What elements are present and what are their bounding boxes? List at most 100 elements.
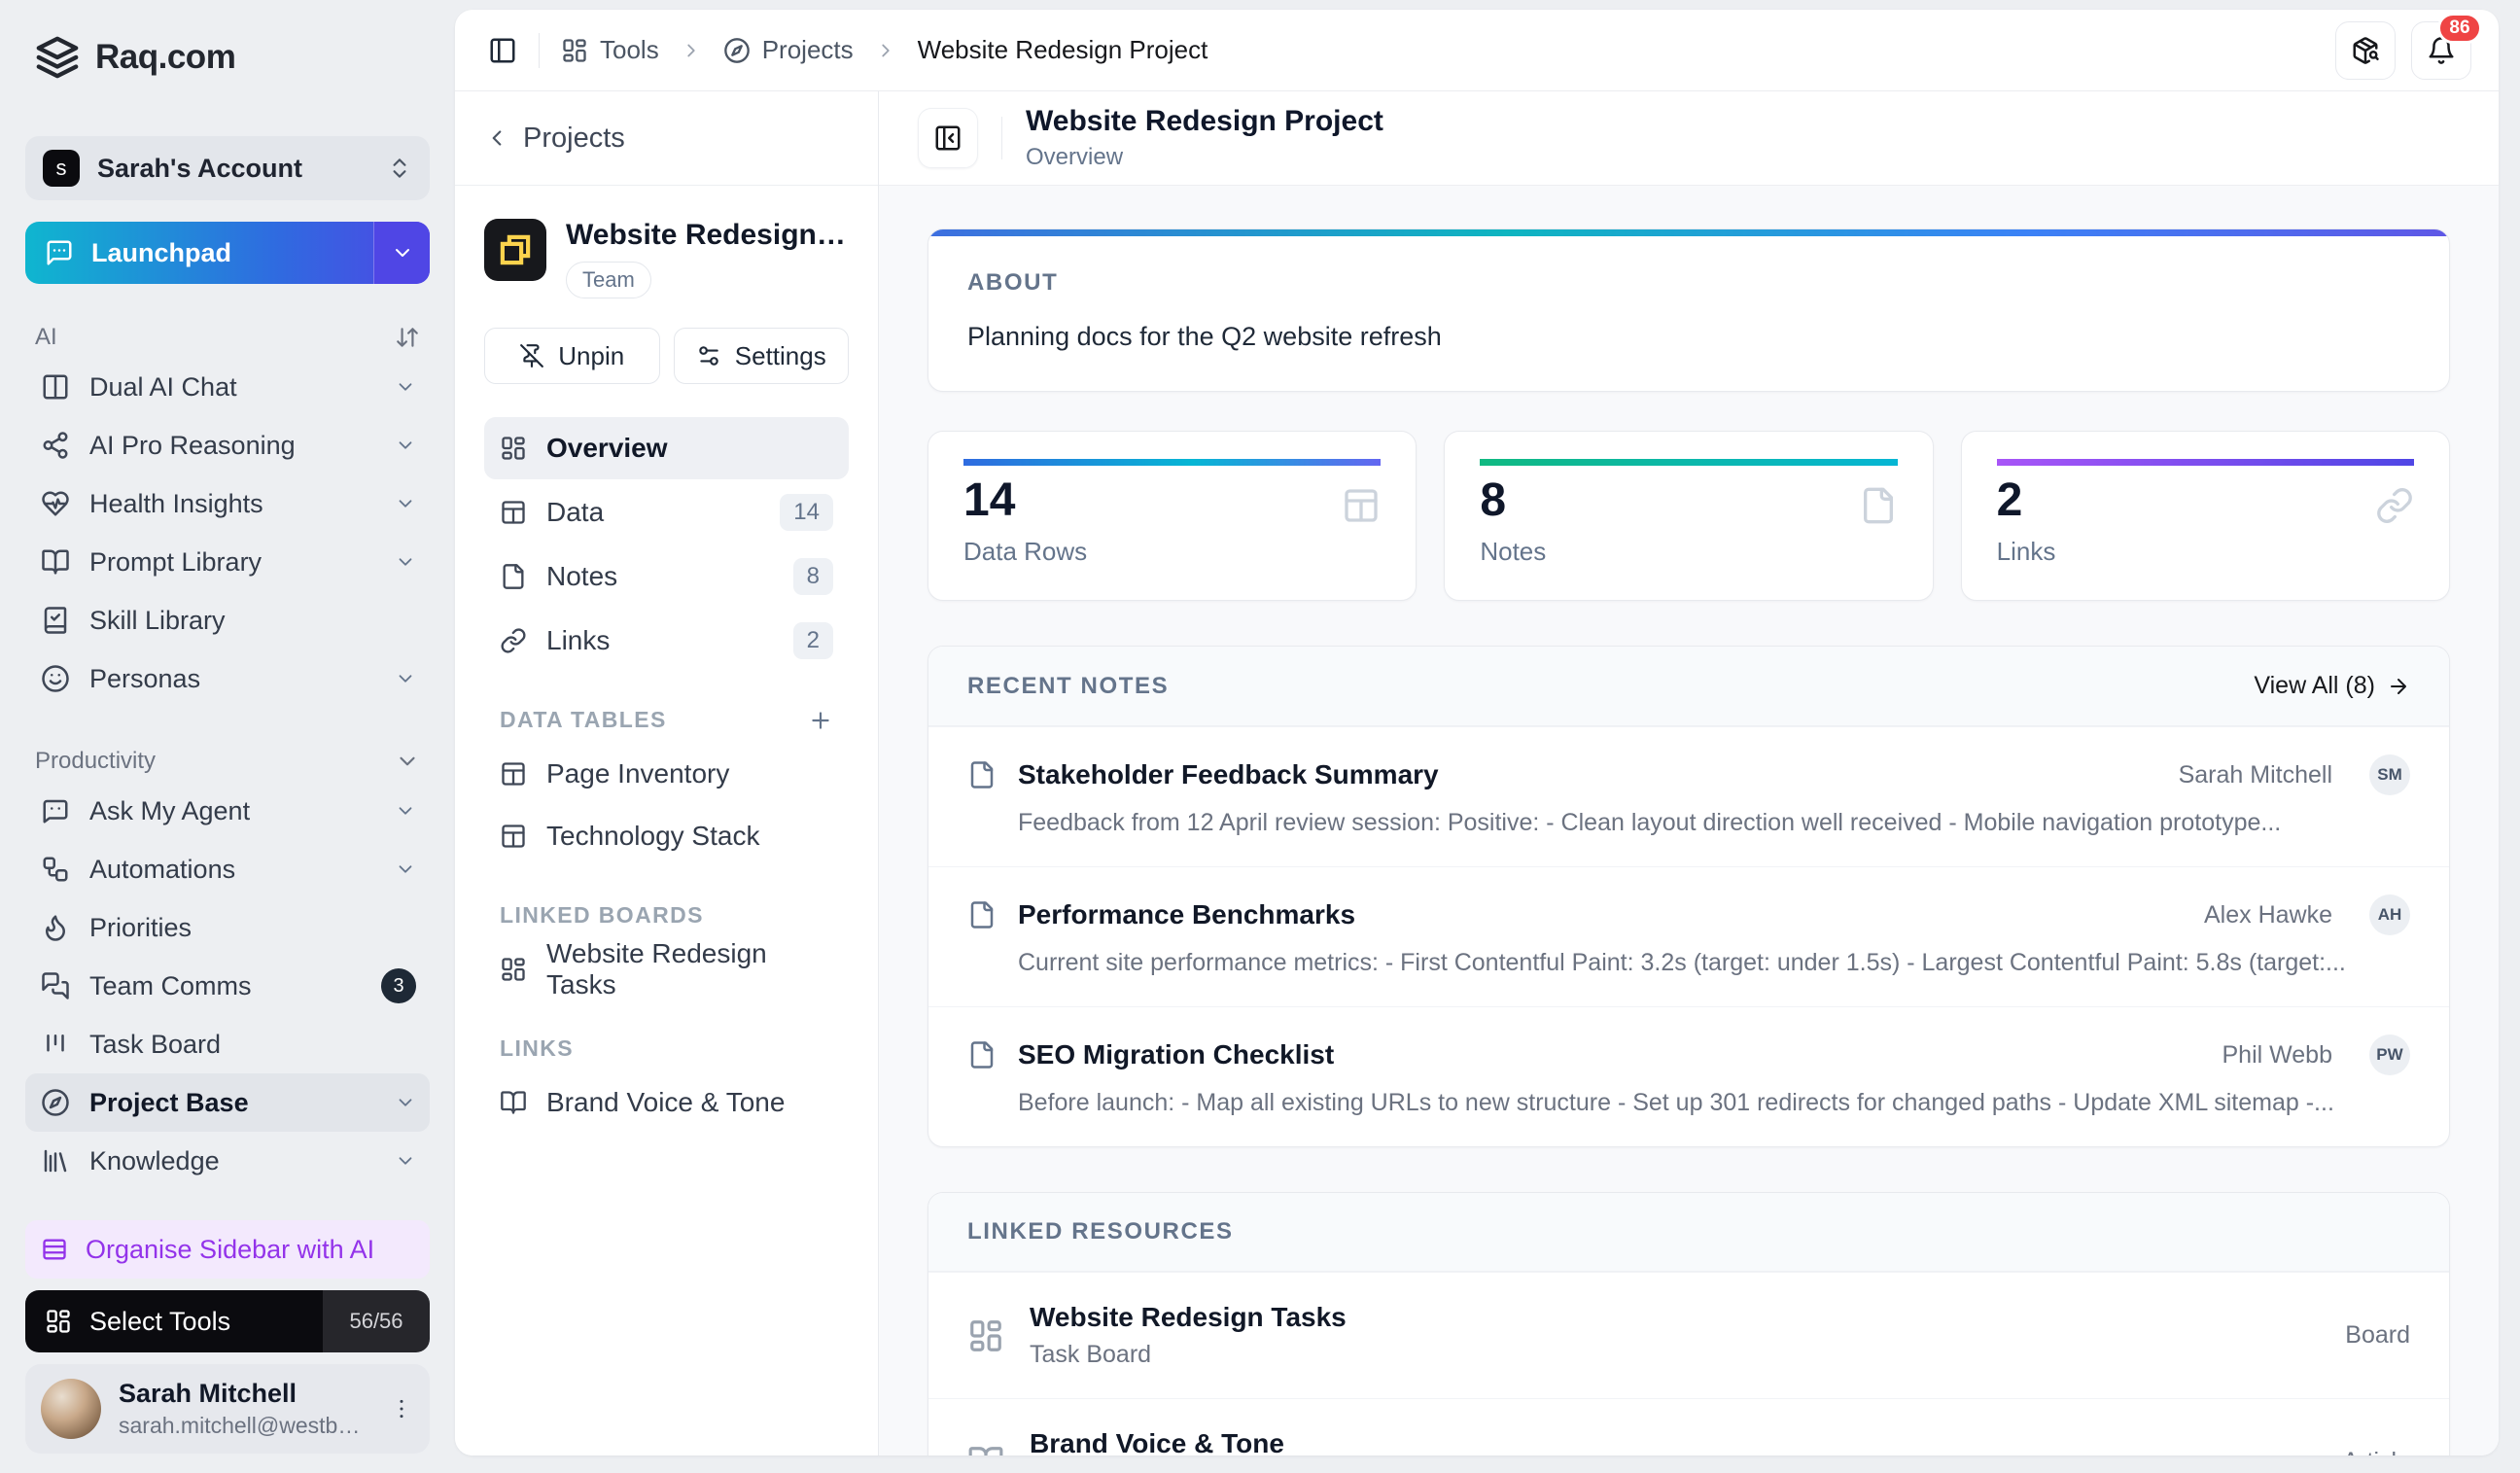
sidebar-item-ai-pro-reasoning[interactable]: AI Pro Reasoning: [25, 416, 430, 474]
user-profile[interactable]: Sarah Mitchell sarah.mitchell@westbur...: [25, 1364, 430, 1454]
sidebar-item-health-insights[interactable]: Health Insights: [25, 474, 430, 533]
sidebar-item-project-base[interactable]: Project Base: [25, 1073, 430, 1132]
chevron-left-icon: [484, 125, 509, 151]
sort-arrows-icon[interactable]: [395, 325, 420, 350]
user-name: Sarah Mitchell: [119, 1379, 371, 1409]
sidebar-item-knowledge[interactable]: Knowledge: [25, 1132, 430, 1190]
pin-off-icon: [519, 343, 544, 368]
project-title-wrap: Website Redesign P... Team: [566, 219, 849, 298]
header-divider: [1001, 117, 1002, 159]
stat-card-notes[interactable]: 8 Notes: [1444, 431, 1933, 601]
chevron-down-icon: [395, 859, 416, 880]
link-brand-voice-tone[interactable]: Brand Voice & Tone: [484, 1071, 849, 1134]
stats-row: 14 Data Rows 8 Notes 2 Links: [928, 431, 2450, 601]
project-nav-notes[interactable]: Notes 8: [484, 545, 849, 608]
recent-notes-header: RECENT NOTES View All (8): [928, 647, 2449, 726]
note-row-seo-migration-checklist[interactable]: SEO Migration Checklist Phil Webb PW Bef…: [928, 1006, 2449, 1146]
table-icon: [1342, 486, 1381, 525]
notifications-badge: 86: [2437, 13, 2482, 44]
file-icon: [967, 760, 997, 789]
select-tools-main[interactable]: Select Tools: [25, 1290, 323, 1352]
plus-icon[interactable]: [808, 708, 833, 733]
chevron-right-icon: [681, 40, 702, 61]
breadcrumb-tools[interactable]: Tools: [561, 35, 659, 65]
sidebar-item-dual-ai-chat[interactable]: Dual AI Chat: [25, 358, 430, 416]
page-title-block: Website Redesign Project Overview: [1026, 105, 1383, 171]
project-panel-body: Website Redesign P... Team Unpin Setting…: [455, 186, 878, 1167]
chevron-down-icon: [395, 749, 420, 774]
panel-left-close-button[interactable]: [918, 108, 978, 168]
stat-card-links[interactable]: 2 Links: [1961, 431, 2450, 601]
chevron-down-icon: [395, 376, 416, 398]
page-title: Website Redesign Project: [1026, 105, 1383, 138]
sidebar-item-ask-my-agent[interactable]: Ask My Agent: [25, 782, 430, 840]
messages-icon: [41, 971, 70, 1000]
data-table-technology-stack[interactable]: Technology Stack: [484, 805, 849, 867]
notifications-button[interactable]: 86: [2411, 21, 2471, 80]
linked-boards-section-header: LINKED BOARDS: [484, 902, 849, 938]
breadcrumb-projects[interactable]: Projects: [723, 35, 854, 65]
account-switcher[interactable]: s Sarah's Account: [25, 136, 430, 200]
sidebar-item-team-comms[interactable]: Team Comms 3: [25, 957, 430, 1015]
about-header: ABOUT: [967, 269, 2410, 297]
data-tables-section-header: DATA TABLES: [484, 707, 849, 743]
launchpad-main[interactable]: Launchpad: [25, 222, 373, 284]
select-tools-button[interactable]: Select Tools 56/56: [25, 1290, 430, 1352]
launchpad-dropdown-button[interactable]: [373, 222, 430, 284]
sidebar-item-automations[interactable]: Automations: [25, 840, 430, 898]
app-root: Raq.com s Sarah's Account Launchpad AI D…: [0, 0, 2520, 1473]
workflow-icon: [41, 855, 70, 884]
productivity-section-header[interactable]: Productivity: [25, 741, 430, 782]
resource-type-label: Board: [2345, 1321, 2410, 1350]
sidebar-item-task-board[interactable]: Task Board: [25, 1015, 430, 1073]
share-network-icon: [41, 431, 70, 460]
project-type-badge: Team: [566, 262, 651, 298]
linked-board-website-redesign-tasks[interactable]: Website Redesign Tasks: [484, 938, 849, 1000]
chevrons-up-down-icon: [387, 156, 412, 181]
breadcrumb-current: Website Redesign Project: [918, 35, 1208, 65]
sidebar-item-priorities[interactable]: Priorities: [25, 898, 430, 957]
file-icon: [967, 1040, 997, 1070]
unpin-button[interactable]: Unpin: [484, 328, 660, 384]
project-logo-icon: [484, 219, 546, 281]
file-icon: [500, 563, 527, 590]
main: Website Redesign Project Overview ABOUT …: [879, 91, 2499, 1455]
note-row-performance-benchmarks[interactable]: Performance Benchmarks Alex Hawke AH Cur…: [928, 866, 2449, 1006]
sliders-icon: [696, 343, 721, 368]
launchpad-button[interactable]: Launchpad: [25, 222, 430, 284]
chevron-down-icon: [395, 435, 416, 456]
project-panel: Projects Website Redesign P... Team: [455, 91, 879, 1455]
user-email: sarah.mitchell@westbur...: [119, 1413, 371, 1439]
about-text: Planning docs for the Q2 website refresh: [967, 322, 2410, 352]
chevron-down-icon: [395, 551, 416, 573]
sidebar-item-prompt-library[interactable]: Prompt Library: [25, 533, 430, 591]
sidebar-item-skill-library[interactable]: Skill Library: [25, 591, 430, 649]
package-search-button[interactable]: [2335, 21, 2396, 80]
message-square-more-icon: [45, 238, 74, 267]
settings-button[interactable]: Settings: [674, 328, 850, 384]
sidebar-item-personas[interactable]: Personas: [25, 649, 430, 708]
topbar-divider: [539, 33, 540, 68]
resource-row-brand-voice-tone[interactable]: Brand Voice & Tone Knowledge Article Art…: [928, 1398, 2449, 1455]
panel-left-icon[interactable]: [488, 36, 517, 65]
topbar: Tools Projects Website Redesign Project …: [455, 10, 2499, 91]
more-vertical-icon[interactable]: [389, 1396, 414, 1421]
project-nav: Overview Data 14 Notes 8: [484, 417, 849, 672]
view-all-notes-link[interactable]: View All (8): [2254, 672, 2410, 700]
team-comms-badge: 3: [381, 968, 416, 1003]
project-nav-overview[interactable]: Overview: [484, 417, 849, 479]
organise-sidebar-button[interactable]: Organise Sidebar with AI: [25, 1220, 430, 1279]
data-table-page-inventory[interactable]: Page Inventory: [484, 743, 849, 805]
table-icon: [500, 499, 527, 526]
back-to-projects[interactable]: Projects: [455, 91, 878, 186]
ai-section-label: AI: [35, 324, 57, 351]
note-row-stakeholder-feedback[interactable]: Stakeholder Feedback Summary Sarah Mitch…: [928, 726, 2449, 866]
author-avatar: AH: [2369, 894, 2410, 935]
main-content: ABOUT Planning docs for the Q2 website r…: [879, 186, 2499, 1455]
resource-row-website-redesign-tasks[interactable]: Website Redesign Tasks Task Board Board: [928, 1272, 2449, 1398]
stat-card-data-rows[interactable]: 14 Data Rows: [928, 431, 1417, 601]
chevron-down-icon: [395, 1150, 416, 1172]
project-nav-data[interactable]: Data 14: [484, 481, 849, 544]
account-avatar: s: [43, 150, 80, 187]
project-nav-links[interactable]: Links 2: [484, 610, 849, 672]
